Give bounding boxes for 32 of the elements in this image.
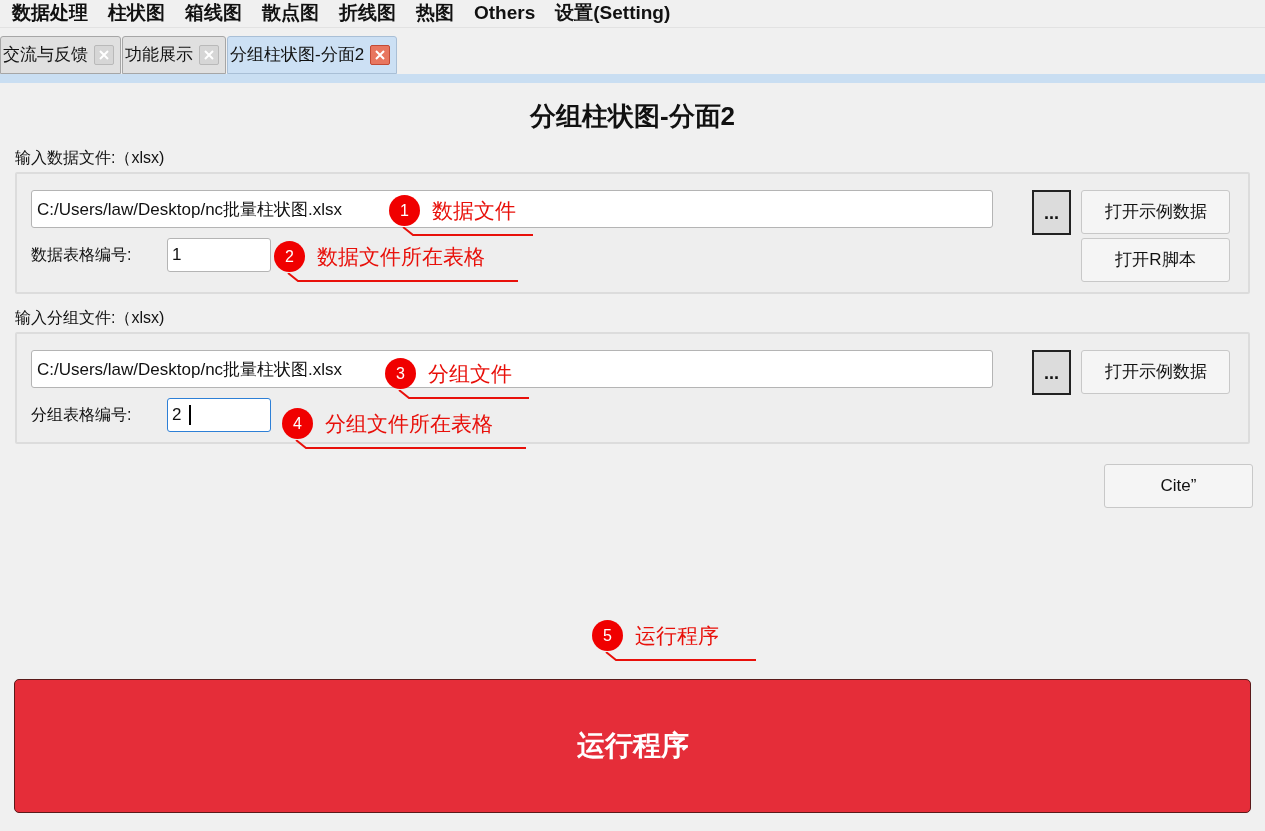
annotation-label: 数据文件 — [432, 198, 516, 224]
menu-item[interactable]: 数据处理 — [12, 0, 88, 28]
sheet-number-label: 数据表格编号: — [31, 245, 133, 265]
annotation-label: 数据文件所在表格 — [317, 244, 485, 270]
cite-button[interactable]: Cite” — [1104, 464, 1253, 508]
menu-item[interactable]: 柱状图 — [108, 0, 165, 28]
sheet-number-field[interactable]: 1 — [167, 238, 271, 272]
section-label: 输入数据文件:（xlsx) — [15, 148, 166, 168]
open-button[interactable]: 打开示例数据 — [1081, 190, 1230, 234]
section-label: 输入分组文件:（xlsx) — [15, 308, 166, 328]
menu-item[interactable]: 散点图 — [262, 0, 319, 28]
browse-button[interactable]: ... — [1032, 350, 1071, 395]
browse-button[interactable]: ... — [1032, 190, 1071, 235]
number-badge: 5 — [592, 620, 623, 652]
sheet-number-field[interactable]: 2 — [167, 398, 271, 432]
open-button[interactable]: 打开示例数据 — [1081, 350, 1230, 394]
menu-item[interactable]: Others — [474, 0, 536, 28]
page-title: 分组柱状图-分面2 — [529, 100, 736, 133]
close-icon[interactable] — [370, 45, 391, 65]
annotation-label: 运行程序 — [635, 623, 719, 649]
tab[interactable]: 交流与反馈 — [0, 36, 121, 74]
menu-item[interactable]: 热图 — [416, 0, 454, 28]
sheet-number-label: 分组表格编号: — [31, 405, 133, 425]
menu-item[interactable]: 折线图 — [339, 0, 396, 28]
annotation-label: 分组文件 — [428, 361, 512, 387]
annotation-label: 分组文件所在表格 — [325, 411, 493, 437]
tab[interactable]: 分组柱状图-分面2 — [227, 36, 398, 74]
menu-item[interactable]: 箱线图 — [185, 0, 242, 28]
tab[interactable]: 功能展示 — [122, 36, 226, 74]
open-button[interactable]: 打开R脚本 — [1081, 238, 1230, 282]
menu-item[interactable]: 设置(Setting) — [555, 0, 671, 28]
run-button[interactable]: 运行程序 — [14, 679, 1251, 813]
